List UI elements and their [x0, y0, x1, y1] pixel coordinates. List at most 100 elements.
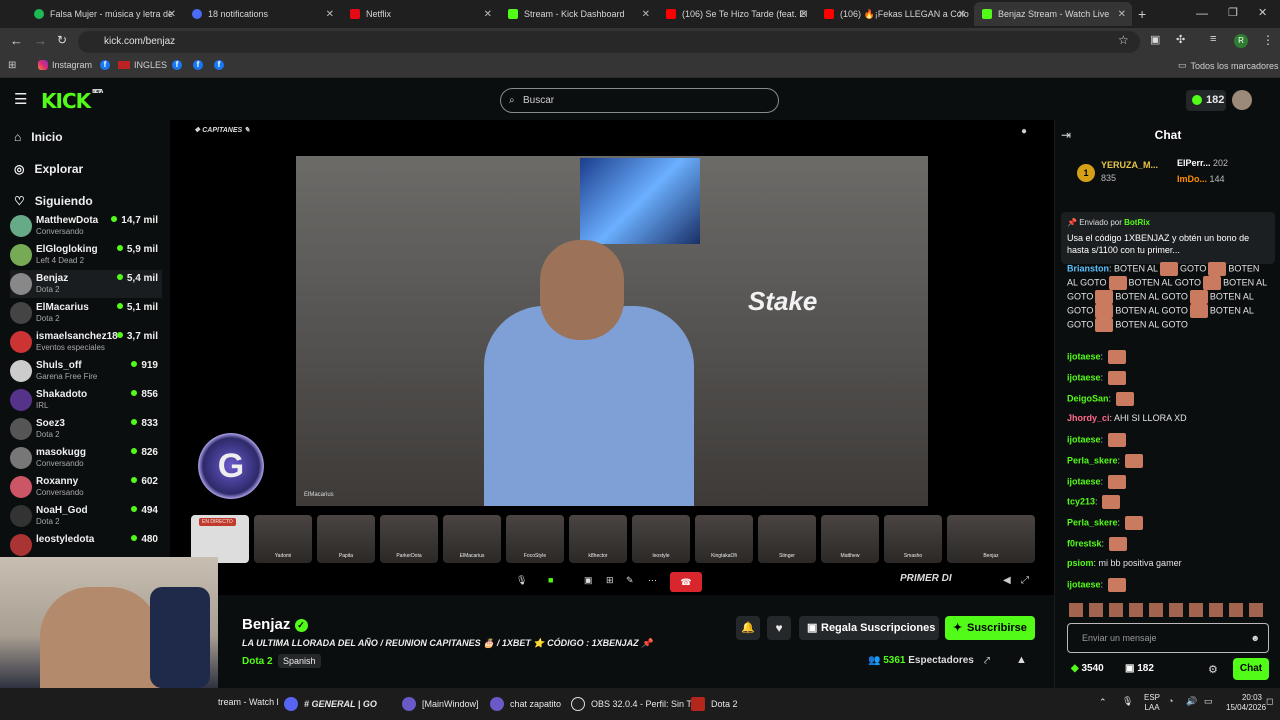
following-item[interactable]: Soez3 Dota 2 833 [10, 415, 162, 443]
browser-tab[interactable]: Falsa Mujer - música y letra de ✕ [26, 2, 182, 26]
following-item[interactable]: masokugg Conversando 826 [10, 444, 162, 472]
following-item[interactable]: Roxanny Conversando 602 [10, 473, 162, 501]
leaderboard-item[interactable]: ImDo... 144 [1177, 174, 1277, 184]
gift-subs-button[interactable]: ▣ Regala Suscripciones [799, 616, 939, 640]
participant-thumb[interactable]: k8hector [569, 515, 627, 563]
browser-tab-active[interactable]: Benjaz Stream - Watch Live ✕ [974, 2, 1132, 26]
following-item-active[interactable]: Benjaz Dota 2 5,4 mil [10, 270, 162, 298]
close-icon[interactable]: ✕ [326, 9, 334, 20]
game-link[interactable]: Dota 2 [242, 656, 273, 667]
browser-tab[interactable]: Netflix ✕ [342, 2, 498, 26]
taskbar-item[interactable]: OBS 32.0.4 - Perfil: Sin T [571, 697, 692, 711]
streamer-name[interactable]: Benjaz ✓ [242, 616, 308, 633]
reload-icon[interactable]: ↻ [57, 33, 67, 47]
close-icon[interactable]: ✕ [800, 9, 808, 20]
report-icon[interactable]: ▲ [1016, 654, 1027, 666]
leaderboard-item[interactable]: ElPerr... 202 [1177, 158, 1277, 168]
participant-thumb[interactable]: EN DIRECTO [191, 515, 249, 563]
camera-icon[interactable]: ■ [548, 575, 553, 585]
participant-thumb[interactable]: Stinger [758, 515, 816, 563]
browser-tab[interactable]: (106) Se Te Hizo Tarde (feat. El ✕ [658, 2, 814, 26]
close-icon[interactable]: ✕ [484, 9, 492, 20]
participant-thumb[interactable]: FocoStyle [506, 515, 564, 563]
sidebar-item-siguiendo[interactable]: ♡ Siguiendo [14, 194, 93, 208]
notifications-button[interactable]: 🔔 [736, 616, 760, 640]
emote-bar[interactable] [1069, 603, 1269, 617]
following-item[interactable]: Shakadoto IRL 856 [10, 386, 162, 414]
follow-heart-button[interactable]: ♥ [767, 616, 791, 640]
following-item[interactable]: leostyledota 480 [10, 531, 162, 559]
new-tab-button[interactable]: + [1138, 6, 1146, 22]
browser-tab[interactable]: Stream - Kick Dashboard ✕ [500, 2, 656, 26]
taskbar-item[interactable]: [MainWindow] [402, 697, 479, 711]
close-window-button[interactable]: ✕ [1258, 6, 1267, 19]
participant-thumb[interactable]: Yadomi [254, 515, 312, 563]
bookmark-instagram[interactable]: Instagram [38, 60, 92, 70]
minimize-button[interactable]: — [1196, 6, 1208, 20]
menu-icon[interactable]: ⋮ [1262, 33, 1274, 47]
apps-icon[interactable]: ⊞ [8, 60, 16, 71]
sidebar-item-explorar[interactable]: ◎ Explorar [14, 162, 83, 176]
share-icon[interactable]: ⤤ [984, 655, 990, 668]
hangup-button[interactable]: ☎ [670, 572, 702, 592]
settings-icon[interactable]: ✎ [626, 575, 634, 586]
mic-tray-icon[interactable]: 🎙 [1122, 696, 1133, 707]
sidebar-item-inicio[interactable]: ⌂ Inicio [14, 130, 63, 144]
speaker-icon[interactable]: 🔊 [1186, 696, 1197, 707]
clock[interactable]: 20:03 15/04/2026 [1226, 693, 1266, 713]
chevron-up-icon[interactable]: ⌃ [1099, 697, 1107, 708]
participant-thumb[interactable]: Papita [317, 515, 375, 563]
following-item[interactable]: ElGlogloking Left 4 Dead 2 5,9 mil [10, 241, 162, 269]
hamburger-menu-icon[interactable]: ☰ [14, 90, 27, 108]
leaderboard-first[interactable]: 1 YERUZA_M... 835 [1077, 160, 1173, 188]
battery-icon[interactable]: ▭ [1204, 696, 1213, 707]
participant-thumb[interactable]: KingtakaOfi [695, 515, 753, 563]
following-item[interactable]: ismaelsanchez18 Eventos especiales 3,7 mil [10, 328, 162, 356]
fullscreen-icon[interactable]: ⤢ [1021, 575, 1029, 586]
language-tag[interactable]: Spanish [278, 654, 321, 668]
browser-tab[interactable]: 18 notifications ✕ [184, 2, 340, 26]
following-item[interactable]: ElMacarius Dota 2 5,1 mil [10, 299, 162, 327]
participant-thumb[interactable]: ElMacarius [443, 515, 501, 563]
chat-input[interactable]: Enviar un mensaje ☻ [1067, 623, 1269, 653]
media-icon[interactable]: ≡ [1210, 33, 1216, 45]
subscribe-button[interactable]: ✦ Suscribirse [945, 616, 1035, 640]
url-input[interactable]: kick.com/benjaz [78, 31, 1140, 53]
volume-icon[interactable]: ◀ [1003, 575, 1011, 586]
user-avatar[interactable] [1232, 90, 1252, 110]
taskbar-item[interactable]: chat zapatito [490, 697, 561, 711]
following-item[interactable]: MatthewDota Conversando 14,7 mil [10, 212, 162, 240]
participant-thumb[interactable]: ParkerDota [380, 515, 438, 563]
facebook-icon[interactable]: f [214, 60, 224, 70]
participant-thumb[interactable]: Smasho [884, 515, 942, 563]
chat-bubble-icon[interactable]: ● [1021, 126, 1027, 137]
star-icon[interactable]: ☆ [1118, 33, 1129, 47]
forward-icon[interactable]: → [34, 33, 47, 48]
participant-thumb[interactable]: leostyle [632, 515, 690, 563]
browser-tab[interactable]: (106) 🔥¡Fekas LLEGAN a Colo ✕ [816, 2, 972, 26]
search-input[interactable]: ⌕ Buscar [500, 88, 779, 113]
grid-icon[interactable]: ⊞ [606, 575, 614, 586]
participant-thumb[interactable]: Benjaz [947, 515, 1035, 563]
puzzle-icon[interactable]: ✣ [1176, 33, 1185, 46]
facebook-icon[interactable]: f [172, 60, 182, 70]
participant-thumb[interactable]: Matthew [821, 515, 879, 563]
taskbar-item[interactable]: tream - Watch l [218, 697, 279, 707]
profile-avatar[interactable]: R [1234, 34, 1248, 48]
back-icon[interactable]: ← [10, 33, 23, 48]
channel-points[interactable]: ▣ 182 [1125, 663, 1154, 674]
emoji-icon[interactable]: ☻ [1251, 624, 1260, 652]
maximize-button[interactable]: ❐ [1228, 6, 1238, 19]
taskbar-item[interactable]: Dota 2 [691, 697, 738, 711]
screen-share-icon[interactable]: ▣ [584, 575, 593, 586]
send-chat-button[interactable]: Chat [1233, 658, 1269, 680]
kick-logo[interactable]: KICK BETA [41, 89, 103, 113]
mic-icon[interactable]: 🎙 [516, 575, 527, 586]
extensions-icon[interactable]: ▣ [1150, 33, 1160, 46]
bookmark-ingles[interactable]: INGLES [118, 60, 167, 70]
close-icon[interactable]: ✕ [642, 9, 650, 20]
wifi-icon[interactable]: ◔ [1168, 696, 1173, 706]
close-icon[interactable]: ✕ [168, 9, 176, 20]
all-bookmarks[interactable]: ▭ Todos los marcadores [1178, 60, 1279, 71]
notification-bell-icon[interactable]: ◻ [1266, 696, 1273, 707]
